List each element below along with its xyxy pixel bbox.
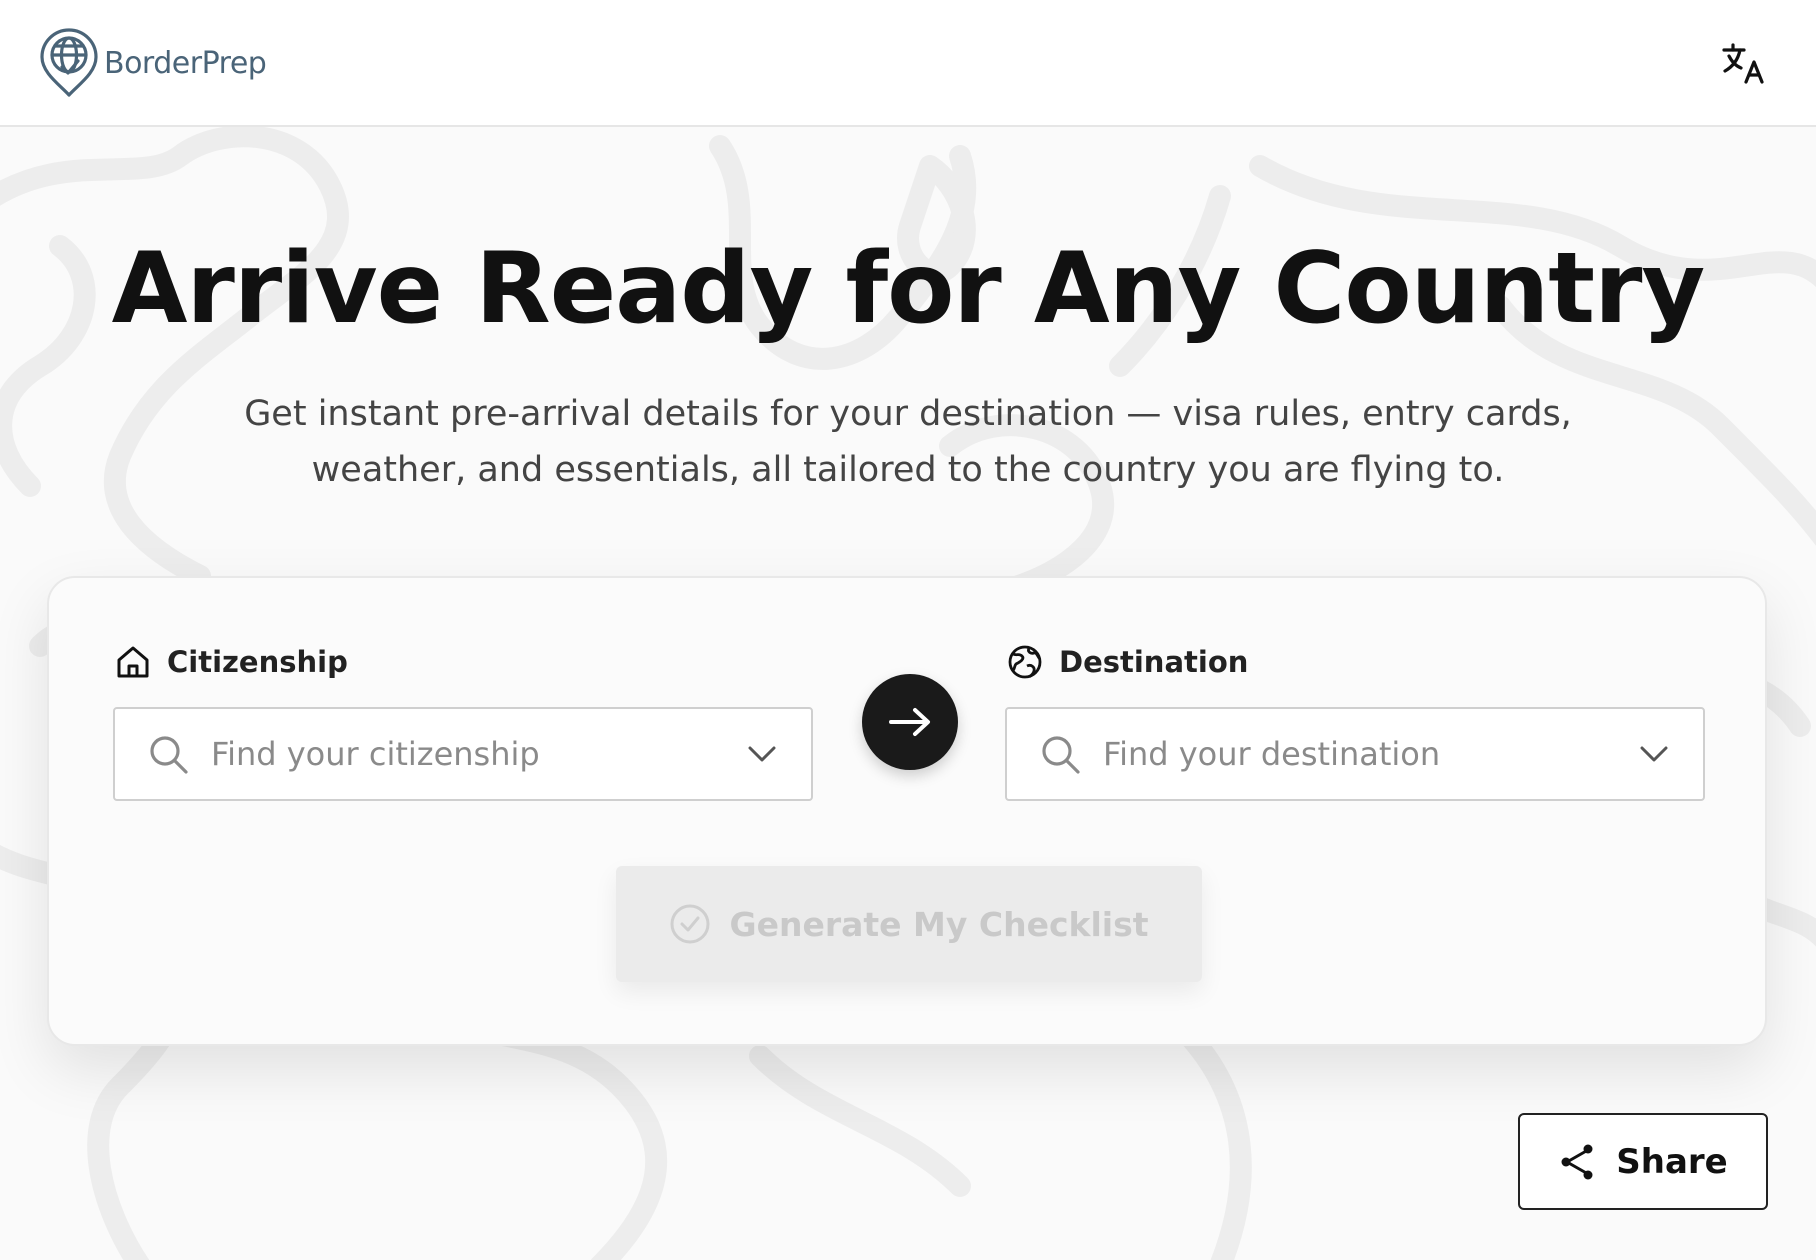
destination-label-text: Destination (1059, 645, 1249, 679)
swap-arrow-button[interactable] (862, 674, 958, 770)
destination-label: Destination (1007, 644, 1248, 680)
brand-logo[interactable]: BorderPrep (38, 27, 267, 99)
share-button[interactable]: Share (1518, 1113, 1768, 1210)
chevron-down-icon[interactable] (1639, 745, 1669, 763)
hero-title: Arrive Ready for Any Country (111, 232, 1706, 346)
check-circle-icon (670, 904, 710, 944)
globe-pin-check-icon (40, 28, 98, 97)
destination-input[interactable] (1101, 734, 1605, 774)
search-icon (1042, 736, 1080, 774)
chevron-down-icon[interactable] (747, 745, 777, 763)
top-bar: BorderPrep (0, 0, 1816, 127)
citizenship-label-text: Citizenship (167, 645, 348, 679)
share-icon (1561, 1144, 1593, 1179)
language-button[interactable] (1720, 40, 1768, 88)
citizenship-input[interactable] (209, 734, 713, 774)
search-icon (150, 736, 188, 774)
share-label: Share (1616, 1141, 1728, 1182)
generate-checklist-button[interactable]: Generate My Checklist (616, 866, 1202, 982)
trip-form-card: Citizenship Destination (47, 576, 1767, 1046)
home-icon (117, 646, 149, 678)
hero-subtitle: Get instant pre-arrival details for your… (244, 394, 1572, 490)
destination-select[interactable] (1005, 707, 1705, 801)
translate-icon (1722, 43, 1764, 84)
citizenship-label: Citizenship (115, 644, 348, 680)
generate-checklist-label: Generate My Checklist (729, 904, 1149, 944)
citizenship-select[interactable] (113, 707, 813, 801)
brand-name: BorderPrep (104, 45, 267, 81)
arrow-right-icon (889, 708, 930, 736)
globe-icon (1008, 645, 1042, 679)
